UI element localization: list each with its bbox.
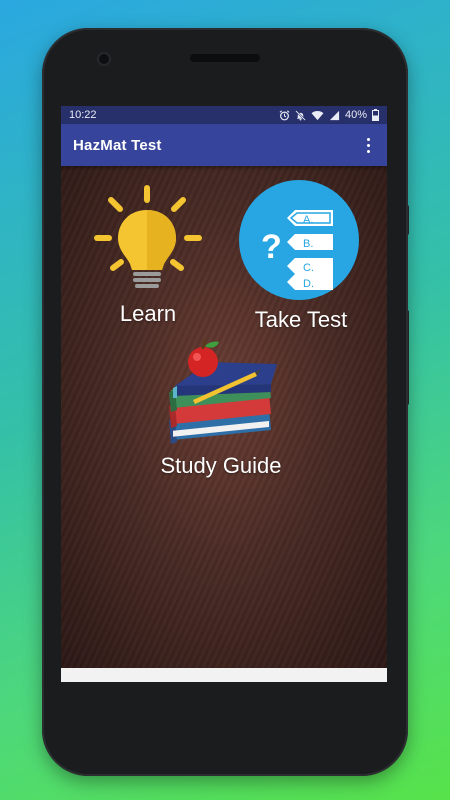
study-guide-button[interactable]: Study Guide	[151, 338, 291, 479]
front-camera	[99, 54, 109, 64]
status-bar: 10:22 40%	[61, 106, 387, 124]
overflow-menu-icon[interactable]	[361, 135, 375, 155]
books-apple-icon	[169, 338, 277, 444]
quiz-icon: ? A. B. C. D.	[239, 180, 359, 300]
navigation-bar-strip	[61, 668, 387, 682]
wifi-icon	[311, 110, 324, 120]
battery-percent: 40%	[344, 109, 367, 121]
study-guide-label: Study Guide	[160, 453, 282, 478]
phone-screen: 10:22 40% HazMat Test Learn ? A. B. C. D…	[61, 106, 387, 682]
lightbulb-icon	[94, 185, 202, 288]
battery-icon	[372, 109, 379, 121]
status-icons: 40%	[279, 109, 379, 121]
take-test-button[interactable]: ? A. B. C. D. Take Test	[231, 180, 371, 333]
mute-icon	[295, 109, 306, 121]
learn-button[interactable]: Learn	[83, 184, 213, 327]
quiz-option-b: B.	[303, 238, 313, 250]
alarm-icon	[279, 109, 290, 120]
status-time: 10:22	[69, 109, 97, 121]
quiz-option-c: C.	[303, 262, 314, 274]
quiz-option-d: D.	[303, 278, 314, 290]
main-content: Learn ? A. B. C. D. Take Test Study Guid…	[61, 166, 387, 668]
quiz-question-mark: ?	[261, 228, 282, 266]
app-bar: HazMat Test	[61, 124, 387, 166]
earpiece-speaker	[190, 54, 260, 62]
signal-icon	[329, 110, 340, 120]
app-title: HazMat Test	[73, 136, 162, 154]
quiz-option-a: A.	[303, 214, 313, 226]
learn-label: Learn	[119, 301, 177, 326]
take-test-label: Take Test	[254, 307, 348, 332]
